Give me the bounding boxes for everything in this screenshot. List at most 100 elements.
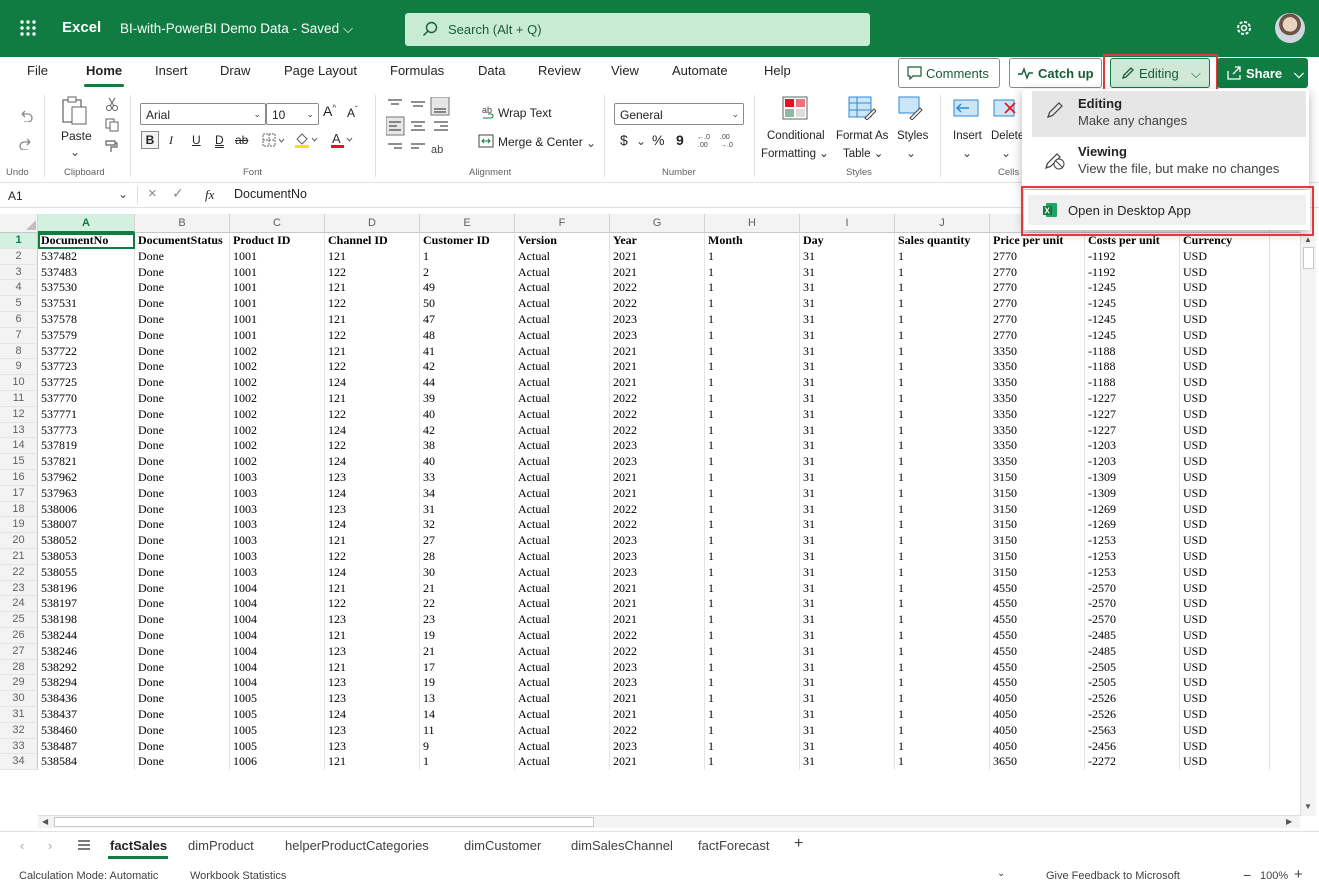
wrap-text-icon[interactable]: ab <box>482 105 496 121</box>
cell[interactable]: 31 <box>800 390 895 407</box>
cell[interactable]: Done <box>135 327 230 344</box>
cell[interactable]: -2526 <box>1085 706 1180 723</box>
row-header[interactable]: 33 <box>0 738 38 755</box>
cell[interactable]: Actual <box>515 359 610 376</box>
cell[interactable]: 1 <box>705 264 800 281</box>
cell[interactable]: Done <box>135 691 230 707</box>
cell[interactable]: 2022 <box>610 643 705 660</box>
cell[interactable]: 1 <box>705 627 800 644</box>
cell[interactable]: Done <box>135 438 230 455</box>
cell[interactable]: 1005 <box>230 722 325 739</box>
cell[interactable]: 1 <box>895 643 990 660</box>
column-title-cell[interactable]: Version <box>515 233 610 249</box>
cell[interactable]: 1 <box>705 564 800 581</box>
cell[interactable]: -1269 <box>1085 517 1180 534</box>
cell[interactable]: -1227 <box>1085 406 1180 423</box>
cell[interactable]: 31 <box>800 722 895 739</box>
row-header[interactable]: 29 <box>0 675 38 692</box>
cell[interactable]: 537773 <box>38 422 135 439</box>
column-header[interactable]: E <box>420 214 515 233</box>
cell[interactable]: 28 <box>420 548 515 565</box>
cell[interactable]: Actual <box>515 627 610 644</box>
cell[interactable]: 537482 <box>38 248 135 265</box>
row-header[interactable]: 26 <box>0 627 38 644</box>
cell[interactable]: Actual <box>515 264 610 281</box>
cell[interactable]: 121 <box>325 248 420 265</box>
cell[interactable]: 537725 <box>38 375 135 391</box>
cell[interactable]: 124 <box>325 564 420 581</box>
cell[interactable]: -2505 <box>1085 659 1180 676</box>
cell[interactable]: 31 <box>800 643 895 660</box>
cell[interactable]: 2021 <box>610 754 705 771</box>
delete-cells-icon[interactable] <box>993 97 1019 119</box>
column-header[interactable]: G <box>610 214 705 233</box>
cell[interactable]: Actual <box>515 485 610 502</box>
cell[interactable]: 121 <box>325 754 420 771</box>
font-name-select[interactable]: Arial ⌄ <box>140 103 266 125</box>
cell[interactable]: 122 <box>325 296 420 312</box>
tab-view[interactable]: View <box>611 63 639 78</box>
cell[interactable]: -2505 <box>1085 675 1180 692</box>
cell[interactable]: 40 <box>420 454 515 470</box>
cell[interactable]: -2485 <box>1085 643 1180 660</box>
cell[interactable]: 3350 <box>990 406 1085 423</box>
select-all-corner[interactable] <box>0 214 38 233</box>
cell[interactable]: -1203 <box>1085 438 1180 455</box>
cell[interactable]: 121 <box>325 311 420 328</box>
cell[interactable]: Done <box>135 264 230 281</box>
decrease-font-icon[interactable]: Aˇ <box>347 105 358 120</box>
format-as-table-icon[interactable] <box>848 96 876 120</box>
column-header[interactable]: D <box>325 214 420 233</box>
column-header[interactable]: J <box>895 214 990 233</box>
cell[interactable]: 2770 <box>990 264 1085 281</box>
cell[interactable]: Actual <box>515 706 610 723</box>
cell[interactable]: 1 <box>705 659 800 676</box>
cell[interactable]: -1309 <box>1085 469 1180 486</box>
cell[interactable]: 3150 <box>990 469 1085 486</box>
cell[interactable]: 1 <box>895 406 990 423</box>
cell[interactable]: USD <box>1180 327 1270 344</box>
cell[interactable]: 4050 <box>990 691 1085 707</box>
cell[interactable]: Actual <box>515 454 610 470</box>
cell[interactable]: 2022 <box>610 390 705 407</box>
cell[interactable]: 1004 <box>230 612 325 628</box>
cell[interactable]: 1 <box>420 248 515 265</box>
format-painter-icon[interactable] <box>104 139 120 153</box>
cell[interactable]: 537722 <box>38 343 135 360</box>
cell[interactable]: 538244 <box>38 627 135 644</box>
row-header[interactable]: 10 <box>0 375 38 391</box>
cell[interactable]: 14 <box>420 706 515 723</box>
cell[interactable]: 31 <box>800 280 895 297</box>
cell[interactable]: Actual <box>515 343 610 360</box>
zoom-in-icon[interactable]: + <box>1294 866 1303 883</box>
format-as-table-sublabel[interactable]: Table ⌄ <box>843 146 883 160</box>
cell[interactable]: Actual <box>515 311 610 328</box>
cell[interactable]: 122 <box>325 406 420 423</box>
cell[interactable]: 1 <box>895 738 990 755</box>
cell[interactable]: -1253 <box>1085 533 1180 549</box>
add-sheet-icon[interactable]: + <box>794 835 803 853</box>
cell[interactable]: 31 <box>800 691 895 707</box>
cell[interactable]: 1 <box>895 280 990 297</box>
scroll-down-icon[interactable]: ▼ <box>1304 802 1312 811</box>
cell[interactable]: Done <box>135 296 230 312</box>
cell[interactable]: 39 <box>420 390 515 407</box>
cell[interactable]: -1192 <box>1085 264 1180 281</box>
cell[interactable]: USD <box>1180 659 1270 676</box>
function-icon[interactable]: fx <box>205 187 214 203</box>
cell[interactable]: 13 <box>420 691 515 707</box>
cell[interactable]: 31 <box>800 469 895 486</box>
cell[interactable]: Done <box>135 533 230 549</box>
cell[interactable]: 538436 <box>38 691 135 707</box>
cell[interactable]: 48 <box>420 327 515 344</box>
cell[interactable]: 1 <box>705 422 800 439</box>
cell[interactable]: 4550 <box>990 675 1085 692</box>
cell[interactable]: 2021 <box>610 343 705 360</box>
cell[interactable]: 41 <box>420 343 515 360</box>
cell[interactable]: 23 <box>420 612 515 628</box>
cell[interactable]: 1005 <box>230 738 325 755</box>
cell[interactable]: USD <box>1180 280 1270 297</box>
cell[interactable]: 3350 <box>990 390 1085 407</box>
cell[interactable]: 1 <box>895 469 990 486</box>
cell[interactable]: 1001 <box>230 264 325 281</box>
